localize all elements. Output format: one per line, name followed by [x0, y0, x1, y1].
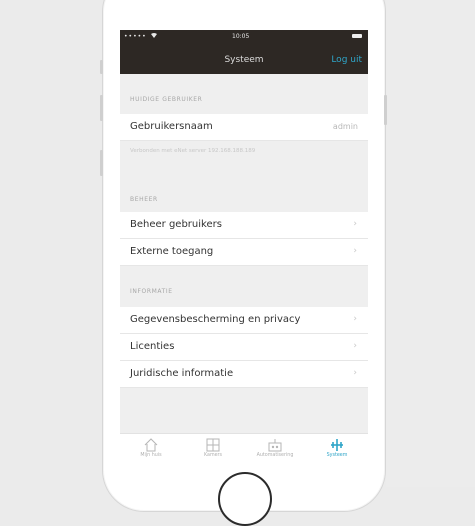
system-icon [331, 439, 343, 451]
tab-label: Mijn huis [140, 453, 162, 458]
section-header-info: INFORMATIE [130, 288, 173, 295]
tab-rooms[interactable]: Kamers [182, 436, 244, 467]
chevron-right-icon: › [353, 246, 357, 256]
phone-power-button [384, 95, 387, 125]
username-label: Gebruikersnaam [130, 121, 213, 132]
navigation-bar: ••••• 10:05 Systeem Log uit [120, 30, 368, 74]
automation-icon [268, 439, 282, 452]
menu-item-label: Gegevensbescherming en privacy [130, 314, 301, 325]
phone-volume-down [100, 150, 103, 176]
chevron-right-icon: › [353, 341, 357, 351]
signal-indicator: ••••• [124, 33, 147, 40]
background-panel [386, 0, 475, 487]
home-icon [144, 438, 158, 452]
menu-item-privacy[interactable]: Gegevensbescherming en privacy › [120, 307, 368, 334]
tab-my-home[interactable]: Mijn huis [120, 436, 182, 467]
menu-item-external-access[interactable]: Externe toegang › [120, 239, 368, 266]
menu-item-label: Beheer gebruikers [130, 219, 222, 230]
menu-item-manage-users[interactable]: Beheer gebruikers › [120, 212, 368, 239]
phone-side-button [100, 60, 103, 74]
server-connection-note: Verbonden met eNet server 192.168.188.18… [130, 148, 256, 154]
menu-item-label: Externe toegang [130, 246, 214, 257]
logout-button[interactable]: Log uit [331, 55, 362, 65]
section-header-current-user: HUIDIGE GEBRUIKER [130, 96, 203, 103]
menu-item-legal[interactable]: Juridische informatie › [120, 361, 368, 388]
chevron-right-icon: › [353, 219, 357, 229]
chevron-right-icon: › [353, 368, 357, 378]
wifi-icon [150, 32, 158, 41]
username-value: admin [332, 122, 358, 131]
tab-label: Systeem [326, 453, 348, 458]
tab-label: Kamers [203, 453, 223, 458]
home-button[interactable] [218, 472, 272, 526]
tab-label: Automatisering [256, 453, 294, 458]
menu-item-licenses[interactable]: Licenties › [120, 334, 368, 361]
tab-system[interactable]: Systeem [306, 436, 368, 467]
menu-item-label: Juridische informatie [130, 368, 234, 379]
rooms-icon [206, 438, 220, 452]
username-row: Gebruikersnaam admin [120, 114, 368, 141]
chevron-right-icon: › [353, 314, 357, 324]
battery-icon [352, 34, 362, 38]
phone-volume-up [100, 95, 103, 121]
tab-bar: Mijn huis Kamers Automatisering Systeem [120, 433, 368, 467]
section-header-manage: BEHEER [130, 196, 158, 203]
status-time: 10:05 [232, 33, 250, 40]
tab-automation[interactable]: Automatisering [244, 436, 306, 467]
app-screen: ••••• 10:05 Systeem Log uit HUIDIGE GEBR… [120, 30, 368, 467]
menu-item-label: Licenties [130, 341, 175, 352]
